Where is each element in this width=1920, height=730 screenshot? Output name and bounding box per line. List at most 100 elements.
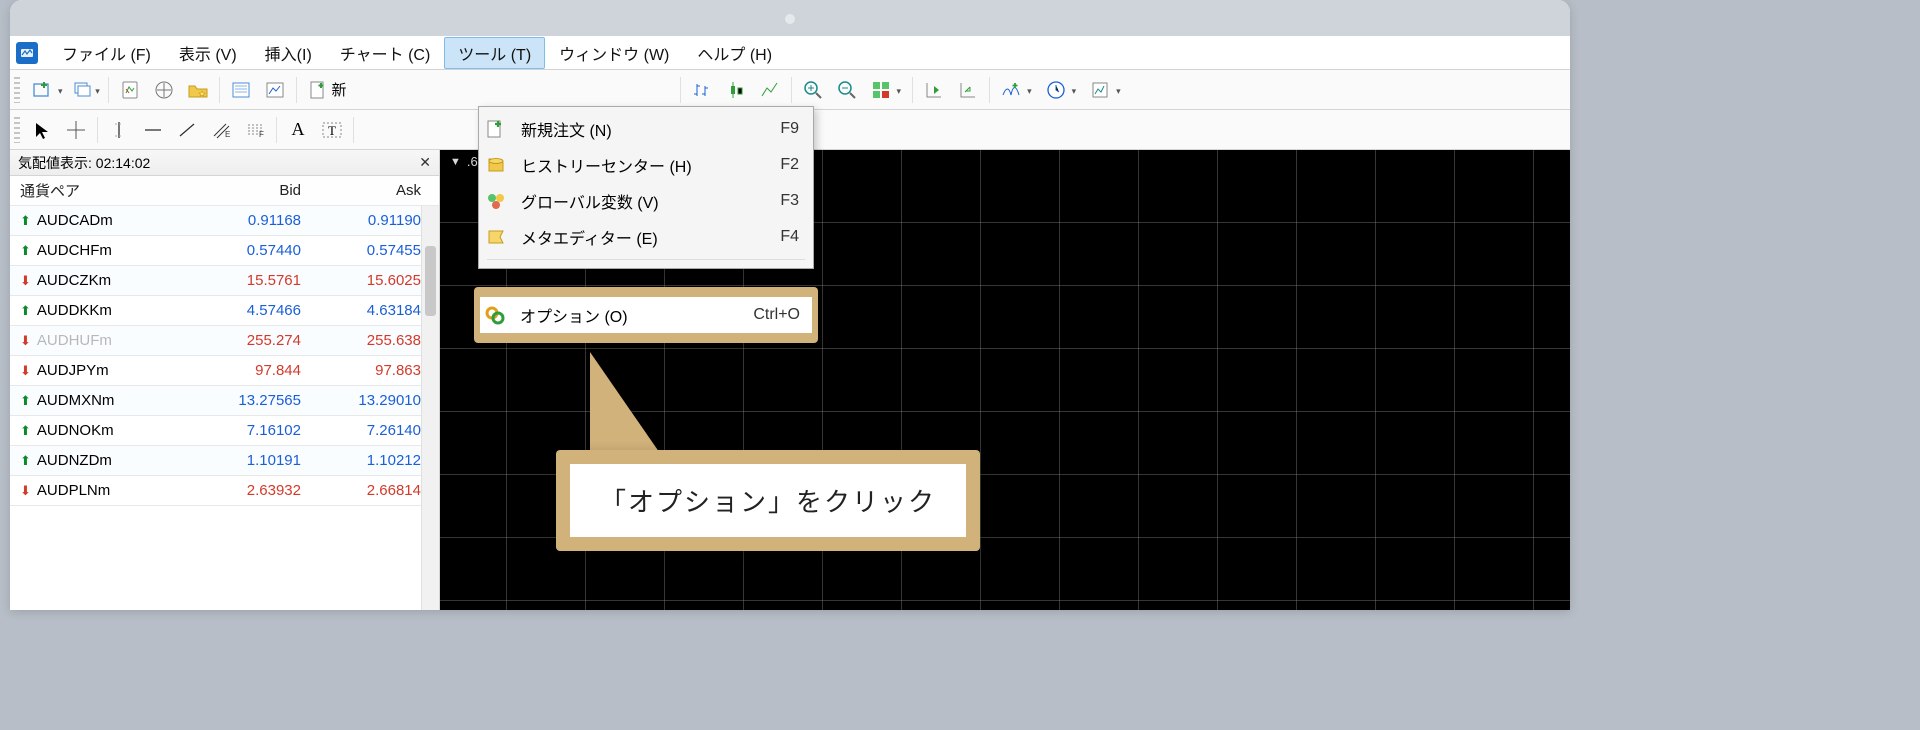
terminal-button[interactable] (225, 74, 257, 106)
menu-item-label: 新規注文 (N) (521, 117, 735, 141)
toolbar-grip (14, 117, 20, 143)
menu-item[interactable]: ヒストリーセンター (H)F2 (481, 147, 811, 183)
symbol-name: AUDHUFm (37, 332, 112, 349)
market-row[interactable]: ⬆AUDMXNm13.2756513.29010 (10, 386, 439, 416)
fibo-button[interactable]: F (239, 114, 271, 146)
strategy-tester-button[interactable] (259, 74, 291, 106)
bid-cell: 0.91168 (191, 212, 311, 229)
menu-item-label: ヒストリーセンター (H) (521, 153, 735, 177)
auto-arrange-icon (871, 80, 891, 100)
globals-icon (485, 190, 507, 212)
indicators-button[interactable] (995, 74, 1038, 106)
crosshair-button[interactable] (60, 114, 92, 146)
symbol-cell: ⬇AUDCZKm (20, 272, 191, 289)
profiles-icon (73, 80, 93, 100)
navigator-button[interactable] (148, 74, 180, 106)
vline-icon (109, 120, 129, 140)
clock-icon (1046, 80, 1066, 100)
line-chart-button[interactable] (754, 74, 786, 106)
menu-item-options[interactable]: オプション (O) Ctrl+O (480, 297, 812, 333)
menu-ヘルプ[interactable]: ヘルプ (H) (683, 37, 786, 69)
svg-text:F: F (259, 130, 264, 139)
menu-ツール[interactable]: ツール (T) (444, 37, 545, 69)
cursor-button[interactable] (26, 114, 58, 146)
market-row[interactable]: ⬆AUDNZDm1.101911.10212 (10, 446, 439, 476)
menu-item[interactable]: メタエディター (E)F4 (481, 219, 811, 255)
menu-item-shortcut: F9 (735, 120, 805, 138)
text-button[interactable]: A (282, 114, 314, 146)
data-window-button[interactable] (182, 74, 214, 106)
ask-cell: 4.63184 (311, 302, 431, 319)
candle-chart-button[interactable] (720, 74, 752, 106)
equidistant-button[interactable]: E (205, 114, 237, 146)
templates-button[interactable] (1084, 74, 1127, 106)
auto-arrange-button[interactable] (865, 74, 908, 106)
new-order-button[interactable]: 新 (302, 74, 353, 106)
arrow-down-icon: ⬇ (20, 483, 31, 499)
menu-item[interactable]: グローバル変数 (V)F3 (481, 183, 811, 219)
callout-text: 「オプション」をクリック (570, 464, 966, 537)
new-chart-button[interactable] (26, 74, 69, 106)
new-order-label: 新 (332, 79, 347, 100)
line-chart-icon (760, 80, 780, 100)
zoom-in-button[interactable] (797, 74, 829, 106)
toolbar-main: 新 (10, 70, 1570, 110)
channel-icon: E (211, 120, 231, 140)
options-icon (484, 304, 506, 326)
zoom-out-button[interactable] (831, 74, 863, 106)
menu-ウィンドウ[interactable]: ウィンドウ (W) (545, 37, 683, 69)
ask-cell: 97.863 (311, 362, 431, 379)
zoom-in-icon (803, 80, 823, 100)
periods-button[interactable] (1040, 74, 1083, 106)
close-icon[interactable]: ✕ (419, 154, 431, 171)
svg-text:E: E (225, 130, 230, 139)
market-watch-button[interactable] (114, 74, 146, 106)
menu-表示[interactable]: 表示 (V) (165, 37, 251, 69)
menu-ファイル[interactable]: ファイル (F) (48, 37, 165, 69)
shift-icon (924, 80, 944, 100)
scrollbar-thumb[interactable] (425, 246, 436, 316)
toolbar-grip (14, 77, 20, 103)
market-row[interactable]: ⬆AUDCADm0.911680.91190 (10, 206, 439, 236)
market-row[interactable]: ⬆AUDCHFm0.574400.57455 (10, 236, 439, 266)
arrow-up-icon: ⬆ (20, 213, 31, 229)
bid-cell: 1.10191 (191, 452, 311, 469)
browser-tab-bar (10, 0, 1570, 36)
svg-text:T: T (328, 123, 336, 138)
callout-tail (590, 352, 666, 462)
candle-icon (726, 80, 746, 100)
ask-cell: 13.29010 (311, 392, 431, 409)
templates-icon (1090, 80, 1110, 100)
market-watch-titlebar: 気配値表示: 02:14:02 ✕ (10, 150, 439, 176)
editor-icon (485, 226, 507, 248)
menu-挿入(I)[interactable]: 挿入(I) (251, 37, 326, 69)
col-pair: 通貨ペア (20, 180, 191, 201)
bar-chart-button[interactable] (686, 74, 718, 106)
browser-frame: ファイル (F)表示 (V)挿入(I)チャート (C)ツール (T)ウィンドウ … (10, 0, 1570, 610)
market-row[interactable]: ⬇AUDHUFm255.274255.638 (10, 326, 439, 356)
scrollbar[interactable] (421, 206, 439, 610)
market-row[interactable]: ⬇AUDCZKm15.576115.6025 (10, 266, 439, 296)
text-label-icon: T (321, 120, 343, 140)
bid-cell: 0.57440 (191, 242, 311, 259)
trendline-button[interactable] (171, 114, 203, 146)
profiles-button[interactable] (71, 74, 103, 106)
hline-icon (143, 120, 163, 140)
vline-button[interactable] (103, 114, 135, 146)
market-row[interactable]: ⬇AUDJPYm97.84497.863 (10, 356, 439, 386)
hline-button[interactable] (137, 114, 169, 146)
arrow-up-icon: ⬆ (20, 423, 31, 439)
chevron-down-icon[interactable]: ▼ (450, 156, 461, 168)
text-label-button[interactable]: T (316, 114, 348, 146)
market-row[interactable]: ⬇AUDPLNm2.639322.66814 (10, 476, 439, 506)
market-row[interactable]: ⬆AUDDKKm4.574664.63184 (10, 296, 439, 326)
bid-cell: 15.5761 (191, 272, 311, 289)
market-row[interactable]: ⬆AUDNOKm7.161027.26140 (10, 416, 439, 446)
menu-item[interactable]: 新規注文 (N)F9 (481, 111, 811, 147)
history-icon (485, 154, 507, 176)
menu-チャート[interactable]: チャート (C) (326, 37, 445, 69)
menu-separator (487, 259, 805, 260)
symbol-name: AUDCADm (37, 212, 113, 229)
auto-scroll-button[interactable] (952, 74, 984, 106)
shift-button[interactable] (918, 74, 950, 106)
